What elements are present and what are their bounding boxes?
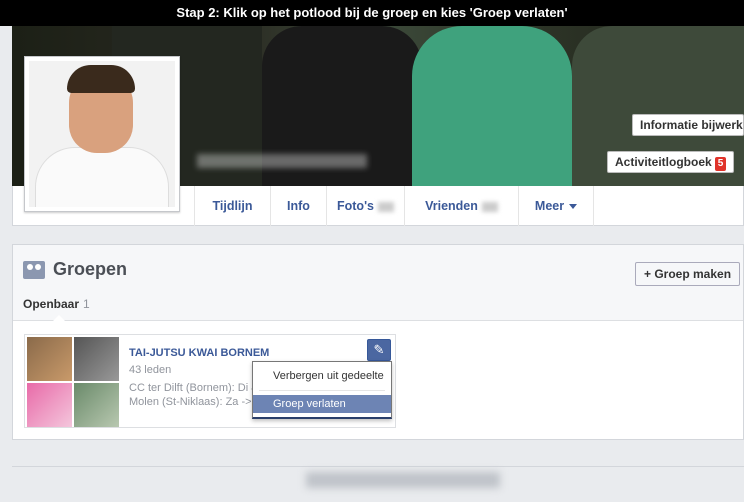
tab-public-count: 1 [83, 297, 90, 311]
section-divider [12, 466, 744, 467]
leave-group-menu-item[interactable]: Groep verlaten [253, 395, 391, 413]
menu-divider [259, 390, 385, 391]
edit-group-button[interactable]: ✎ [367, 339, 391, 361]
activity-log-label: Activiteitlogboek [615, 155, 712, 169]
groups-icon [23, 261, 45, 279]
update-info-button[interactable]: Informatie bijwerken [632, 114, 744, 136]
group-thumbnails[interactable] [27, 337, 119, 427]
tab-more-label: Meer [534, 199, 565, 213]
activity-log-button[interactable]: Activiteitlogboek 5 [607, 151, 735, 173]
tab-friends-label: Vrienden [425, 199, 478, 213]
tab-info[interactable]: Info [270, 186, 326, 226]
tab-timeline[interactable]: Tijdlijn [194, 186, 270, 226]
tab-more[interactable]: Meer [518, 186, 594, 226]
profile-picture[interactable] [24, 56, 180, 212]
instruction-banner: Stap 2: Klik op het potlood bij de groep… [0, 0, 744, 26]
tab-public-label: Openbaar [23, 297, 80, 311]
group-member-count: 43 leden [129, 364, 172, 376]
group-options-menu: Verbergen uit gedeelte Groep verlaten [252, 361, 392, 419]
pencil-icon: ✎ [373, 342, 385, 357]
hide-from-section-menu-item[interactable]: Verbergen uit gedeelte [253, 367, 391, 385]
groups-title: Groepen [53, 259, 128, 279]
groups-header: Groepen + Groep maken Openbaar 1 [13, 245, 743, 321]
activity-log-badge: 5 [714, 157, 727, 171]
blurred-name [197, 154, 367, 168]
caret-down-icon [569, 204, 578, 210]
tab-public[interactable]: Openbaar 1 [23, 297, 90, 311]
create-group-button[interactable]: + Groep maken [635, 262, 741, 286]
tab-photos-label: Foto's [337, 199, 374, 213]
group-name-link[interactable]: TAI-JUTSU KWAI BORNEM [129, 347, 269, 359]
tab-photos[interactable]: Foto's [326, 186, 404, 226]
blurred-footer-text [306, 472, 500, 488]
subtab-pointer [53, 315, 65, 321]
tab-friends[interactable]: Vrienden [404, 186, 518, 226]
